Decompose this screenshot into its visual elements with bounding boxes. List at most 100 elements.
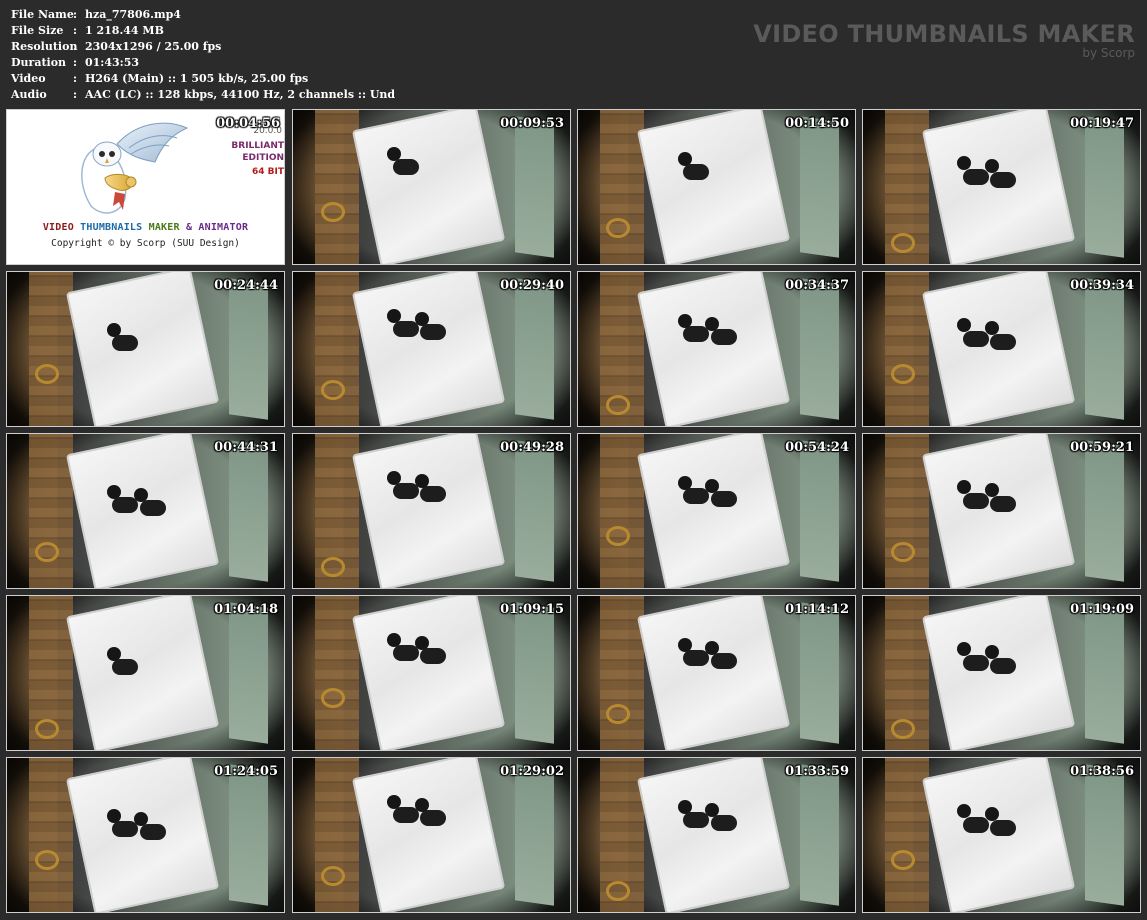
file-info-row-filename: File Name : hza_77806.mp4 [11,7,395,23]
thumbnail-timestamp: 00:39:34 [1070,278,1134,293]
thumbnail-tile[interactable]: 00:29:40 [292,271,571,427]
thumbnail-timestamp: 00:59:21 [1070,440,1134,455]
thumbnail-person-body [990,171,1017,188]
logo-name-word: & ANIMATOR [185,222,249,233]
thumbnail-wall [228,764,268,906]
thumbnail-wall [228,278,268,420]
thumbnail-person-body [962,168,989,185]
thumbnail-wall [799,116,839,258]
header: File Name : hza_77806.mp4 File Size : 1 … [0,0,1147,106]
thumbnail-image [863,434,1140,588]
brand-title: VIDEO THUMBNAILS MAKER [753,20,1135,48]
thumbnail-person-body [392,807,419,824]
file-info-label: File Name [11,8,74,21]
thumbnail-person-body [710,814,737,831]
thumbnail-image [293,596,570,750]
thumbnail-timestamp: 00:14:50 [785,116,849,131]
file-info-separator: : [73,24,78,37]
thumbnail-tile[interactable]: 00:49:28 [292,433,571,589]
file-info-value: 1 218.44 MB [85,24,164,37]
thumbnail-person-body [990,495,1017,512]
thumbnail-tile[interactable]: 01:38:56 [862,757,1141,913]
thumbnail-tile[interactable]: 01:29:02 [292,757,571,913]
thumbnail-person-body [392,645,419,662]
thumbnail-tile[interactable]: 01:24:05 [6,757,285,913]
thumbnail-chair [890,541,915,562]
file-info-value: 2304x1296 / 25.00 fps [85,40,222,53]
thumbnail-image [578,758,855,912]
thumbnail-person-body [392,159,419,176]
file-info-label: Resolution [11,40,78,53]
thumbnail-tile[interactable]: 00:24:44 [6,271,285,427]
thumbnail-bed [637,110,791,264]
thumbnail-timestamp: 00:34:37 [785,278,849,293]
thumbnail-bed [352,758,506,912]
thumbnail-person-body [112,335,139,352]
thumbnail-tile[interactable]: 00:39:34 [862,271,1141,427]
thumbnail-image [7,596,284,750]
thumbnail-person-body [683,487,710,504]
thumbnail-chair [320,379,345,400]
logo-name-word: MAKER [148,222,180,233]
thumbnail-bed [66,596,220,750]
thumbnail-image [863,272,1140,426]
thumbnail-tile[interactable]: 01:33:59 [577,757,856,913]
thumbnail-wall [514,440,554,582]
thumbnail-wall [228,440,268,582]
thumbnail-chair [605,395,630,416]
thumbnail-chair [890,364,915,385]
thumbnail-person-body [420,486,447,503]
thumbnail-chair [34,850,59,871]
thumbnail-chair [34,541,59,562]
thumbnail-timestamp: 01:38:56 [1070,764,1134,779]
thumbnail-bed [352,596,506,750]
thumbnail-image [578,434,855,588]
thumbnail-person-body [139,824,166,841]
file-info-label: File Size [11,24,64,37]
thumbnail-tile[interactable]: 00:44:31 [6,433,285,589]
thumbnail-person-body [683,325,710,342]
thumbnail-tile[interactable]: 01:14:12 [577,595,856,751]
thumbnail-person-body [710,652,737,669]
thumbnail-timestamp: 01:29:02 [500,764,564,779]
thumbnail-image [578,110,855,264]
thumbnail-person-body [710,328,737,345]
thumbnail-timestamp: 01:14:12 [785,602,849,617]
thumbnail-tile[interactable]: 01:19:09 [862,595,1141,751]
thumbnail-grid: 20.0.0 BRILLIANT EDITION 64 BIT 00:04:56… [6,109,1142,917]
thumbnail-tile[interactable]: 00:54:24 [577,433,856,589]
thumbnail-timestamp: 01:24:05 [214,764,278,779]
thumbnail-timestamp: 00:54:24 [785,440,849,455]
thumbnail-tile[interactable]: 01:04:18 [6,595,285,751]
file-info-separator: : [73,8,78,21]
thumbnail-tile[interactable]: 01:09:15 [292,595,571,751]
logo-tile: 20.0.0 BRILLIANT EDITION 64 BIT 00:04:56… [6,109,285,265]
thumbnail-tile[interactable]: 00:09:53 [292,109,571,265]
file-info-row-video: Video : H264 (Main) :: 1 505 kb/s, 25.00… [11,71,395,87]
thumbnail-tile[interactable]: 00:34:37 [577,271,856,427]
logo-name-word: THUMBNAILS [80,222,143,233]
thumbnail-person-body [420,648,447,665]
thumbnail-wall [799,602,839,744]
thumbnail-person-body [392,483,419,500]
thumbnail-person-body [962,816,989,833]
thumbnail-image [7,434,284,588]
thumbnail-wall [1084,278,1124,420]
thumbnail-tile[interactable]: 00:19:47 [862,109,1141,265]
thumbnail-chair [320,557,345,578]
thumbnail-wall [514,278,554,420]
file-info-separator: : [73,40,78,53]
thumbnail-chair [890,719,915,740]
thumbnail-person-body [962,330,989,347]
thumbnail-person-body [683,811,710,828]
thumbnail-image [293,758,570,912]
thumbnail-wall [799,440,839,582]
file-info-row-audio: Audio : AAC (LC) :: 128 kbps, 44100 Hz, … [11,87,395,103]
thumbnail-tile[interactable]: 00:59:21 [862,433,1141,589]
thumbnail-image [7,758,284,912]
thumbnail-person-body [420,810,447,827]
logo-name-word: VIDEO [42,222,74,233]
file-info-value: hza_77806.mp4 [85,8,181,21]
thumbnail-chair [320,202,345,223]
thumbnail-tile[interactable]: 00:14:50 [577,109,856,265]
